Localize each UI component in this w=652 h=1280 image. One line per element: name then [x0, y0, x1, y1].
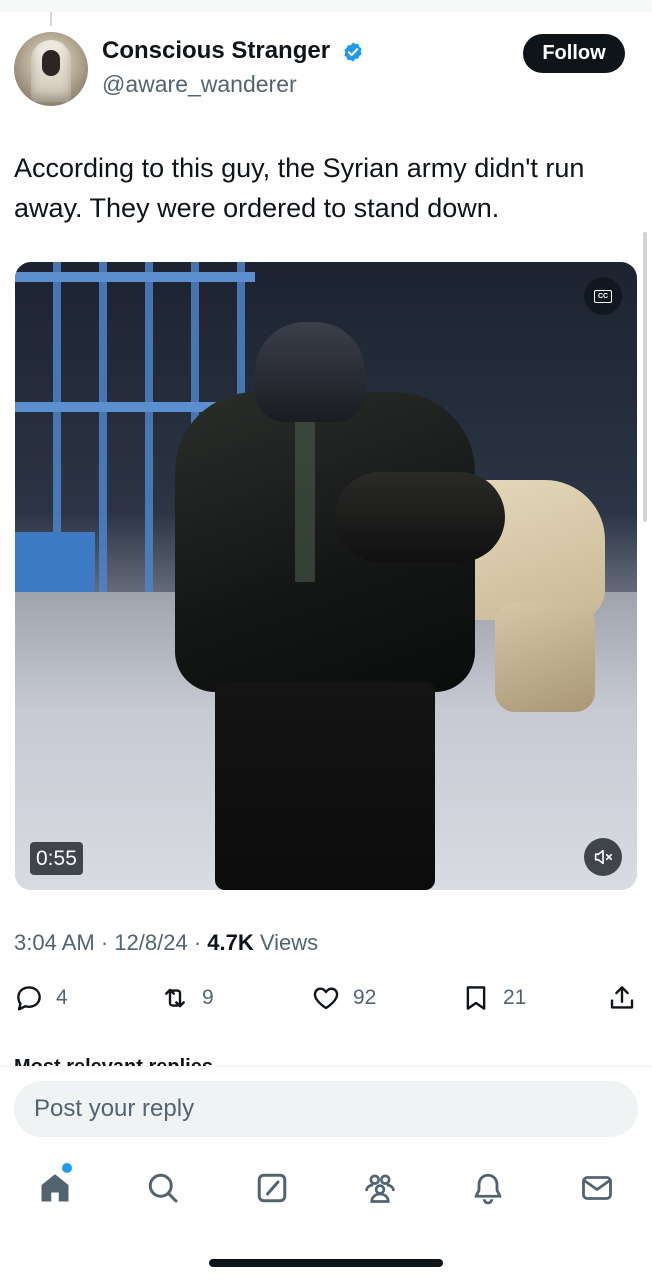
reply-count: 4 [56, 986, 68, 1009]
compose-icon [257, 1173, 287, 1203]
views-label: Views [259, 930, 319, 955]
communities-icon [365, 1174, 395, 1203]
mute-button[interactable] [584, 838, 622, 876]
tab-notifications[interactable] [468, 1168, 508, 1208]
bookmark-button[interactable]: 21 [461, 983, 526, 1013]
like-icon [313, 987, 339, 1010]
like-button[interactable]: 92 [311, 983, 376, 1013]
reply-icon [17, 986, 41, 1011]
tweet-text: According to this guy, the Syrian army d… [14, 153, 585, 223]
home-indicator[interactable] [209, 1259, 443, 1267]
repost-icon [165, 988, 185, 1008]
author-handle[interactable]: @aware_wanderer [102, 71, 297, 98]
tweet-time: 3:04 AM [14, 930, 95, 955]
views-count[interactable]: 4.7K [207, 930, 253, 955]
share-icon [610, 986, 634, 1009]
divider [0, 1066, 652, 1067]
home-icon [41, 1174, 69, 1202]
repost-button[interactable]: 9 [160, 983, 214, 1013]
thread-line [50, 12, 52, 26]
repost-count: 9 [202, 986, 214, 1009]
notifications-icon [474, 1173, 502, 1205]
tab-home[interactable] [35, 1168, 75, 1208]
tab-compose[interactable] [252, 1168, 292, 1208]
messages-icon [582, 1176, 612, 1200]
notification-dot [62, 1163, 72, 1173]
verified-badge-icon [344, 42, 362, 62]
previous-tweet-edge [0, 0, 652, 12]
author-name[interactable]: Conscious Stranger [102, 37, 330, 65]
tab-communities[interactable] [360, 1168, 400, 1208]
tab-search[interactable] [143, 1168, 183, 1208]
scrollbar[interactable] [643, 232, 647, 522]
bottom-nav [0, 1160, 652, 1220]
chevron-down-icon: ⌄ [219, 1056, 236, 1066]
reply-button[interactable]: 4 [14, 983, 68, 1013]
search-icon [148, 1173, 178, 1203]
video-duration: 0:55 [30, 842, 83, 875]
video-player[interactable] [15, 262, 637, 890]
captions-button[interactable]: CC [584, 277, 622, 315]
bookmark-count: 21 [503, 986, 527, 1009]
reply-input[interactable]: Post your reply [14, 1081, 638, 1137]
tweet-date: 12/8/24 [114, 930, 188, 955]
avatar[interactable] [14, 32, 88, 106]
mute-icon [594, 849, 613, 865]
cc-icon: CC [594, 289, 612, 303]
video-frame-subject [135, 322, 515, 890]
share-button[interactable] [607, 983, 637, 1013]
bookmark-icon [466, 986, 486, 1010]
tab-messages[interactable] [577, 1168, 617, 1208]
follow-button[interactable]: Follow [523, 34, 625, 73]
tweet-metadata: 3:04 AM · 12/8/24 · 4.7K Views [14, 930, 319, 955]
like-count: 92 [353, 986, 377, 1009]
replies-sort-dropdown[interactable]: Most relevant replies ⌄ [14, 1050, 344, 1066]
